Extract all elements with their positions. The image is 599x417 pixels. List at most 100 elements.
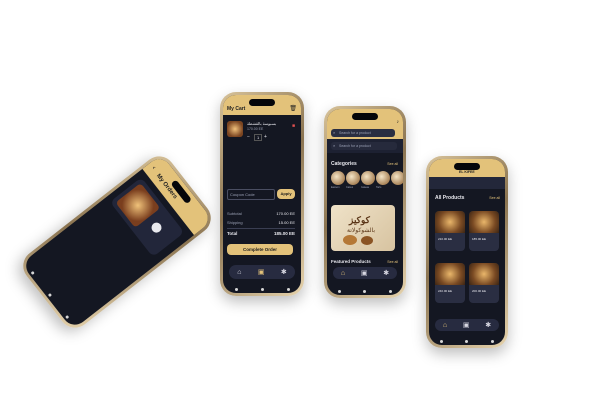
system-home-icon[interactable] [465,339,469,343]
category-gifts[interactable] [391,171,403,185]
system-back-icon[interactable] [30,270,35,275]
phone-my-orders: ‹ My Orders [16,149,218,335]
product-card[interactable]: 240.00 EE [435,263,465,303]
category-eastern[interactable] [331,171,345,185]
product-image [469,263,499,285]
order-image [115,182,161,228]
divider [227,228,295,229]
subtotal-value: 170.00 EE [276,211,295,216]
product-image [435,263,465,285]
search-input[interactable]: ⌕ Search for a product [331,129,395,137]
settings-gear-icon[interactable]: ✱ [281,269,287,276]
coupon-input[interactable]: Coupon Code [227,189,275,200]
system-home-icon[interactable] [47,292,53,297]
search-field-placeholder: Search for a product [339,144,371,148]
phone-all-products: EL KIFEE All Products See all 210.00 EE … [426,156,508,348]
screen-my-orders: ‹ My Orders [21,154,213,330]
screen-home: ♪ ⌕ Search for a product ⌕ Search for a … [327,109,403,295]
product-card[interactable]: 200.00 EE [469,263,499,303]
product-price: 185.00 EE [472,237,487,241]
dynamic-island [249,99,275,106]
product-image [435,211,465,233]
categories-title: Categories [331,161,357,167]
product-price: 240.00 EE [438,289,453,293]
subtotal-label: Subtotal [227,211,242,216]
system-recent-icon[interactable] [388,289,392,293]
cart-item: بسبوسة بالقشطة 170.00 EE − 1 + ■ [227,121,295,143]
cart-icon[interactable]: ▣ [361,270,368,277]
back-arrow-icon[interactable]: ‹ [150,165,157,171]
category-cakes[interactable] [346,171,360,185]
home-icon[interactable]: ⌂ [237,269,241,276]
system-nav-bar [223,285,301,293]
category-gateau[interactable] [361,171,375,185]
brand-logo: EL KIFEE [459,170,475,174]
category-label-1: Eastern [331,186,340,189]
screen-my-cart: My Cart 🗑 بسبوسة بالقشطة 170.00 EE − 1 +… [223,95,301,293]
bottom-nav: ⌂ ▣ ✱ [229,265,295,279]
complete-order-button[interactable]: Complete Order [227,244,293,255]
qty-value: 1 [254,134,263,141]
system-recent-icon[interactable] [286,287,290,291]
section-title: All Products [435,195,465,201]
home-icon[interactable]: ⌂ [341,270,345,277]
product-card[interactable]: 210.00 EE [435,211,465,251]
banner-cookie-image [361,236,373,245]
screen-all-products: EL KIFEE All Products See all 210.00 EE … [429,159,505,345]
bottom-nav: ⌂ ▣ ✱ [333,267,397,279]
banner-title: كوكيز [349,215,370,225]
search-icon: ⌕ [333,143,336,148]
order-badge [149,220,164,235]
category-label-2: Cakes [346,186,354,189]
system-home-icon[interactable] [260,287,264,291]
product-image [469,211,499,233]
system-nav-bar [21,259,79,330]
bottom-nav: ⌂ ▣ ✱ [435,319,499,331]
cart-item-price: 170.00 EE [247,127,264,131]
product-price: 210.00 EE [438,237,453,241]
product-card[interactable]: 185.00 EE [469,211,499,251]
settings-gear-icon[interactable]: ✱ [383,270,389,277]
system-recent-icon[interactable] [65,314,70,319]
remove-item-icon[interactable]: ■ [292,123,295,129]
home-icon[interactable]: ⌂ [443,322,447,329]
category-tarts[interactable] [376,171,390,185]
see-all-categories-link[interactable]: See all [387,162,398,166]
phone-home: ♪ ⌕ Search for a product ⌕ Search for a … [324,106,406,298]
qty-minus-button[interactable]: − [247,134,250,140]
total-label: Total [227,231,238,236]
featured-title: Featured Products [331,259,371,264]
banner-cookie-image [343,235,357,245]
system-back-icon[interactable] [234,287,238,291]
apply-coupon-button[interactable]: Apply [277,189,295,199]
coupon-placeholder: Coupon Code [230,192,255,197]
bell-icon[interactable]: ♪ [397,119,400,125]
product-price: 200.00 EE [472,289,487,293]
trash-icon[interactable]: 🗑 [289,105,297,112]
system-recent-icon[interactable] [490,339,494,343]
cart-icon[interactable]: ▣ [258,269,265,276]
promo-banner[interactable]: كوكيز بالشوكولاتة [331,205,395,251]
qty-plus-button[interactable]: + [264,134,267,140]
category-label-3: Gateau [361,186,370,189]
see-all-featured-link[interactable]: See all [387,260,398,264]
see-all-link[interactable]: See all [489,196,500,200]
system-nav-bar [327,287,403,295]
shipping-label: Shipping [227,220,243,225]
dynamic-island [352,113,378,120]
search-field[interactable]: ⌕ Search for a product [331,142,397,150]
total-value: 185.00 EE [273,231,295,236]
system-back-icon[interactable] [440,339,444,343]
header-band [429,177,505,189]
system-home-icon[interactable] [363,289,367,293]
page-title: My Cart [227,106,246,112]
system-back-icon[interactable] [338,289,342,293]
cart-item-name: بسبوسة بالقشطة [247,121,277,126]
phone-my-cart: My Cart 🗑 بسبوسة بالقشطة 170.00 EE − 1 +… [220,92,304,296]
system-nav-bar [429,337,505,345]
search-placeholder: Search for a product [339,131,371,135]
cart-icon[interactable]: ▣ [463,322,470,329]
settings-gear-icon[interactable]: ✱ [485,322,491,329]
banner-subtitle: بالشوكولاتة [347,228,376,234]
dynamic-island [454,163,480,170]
